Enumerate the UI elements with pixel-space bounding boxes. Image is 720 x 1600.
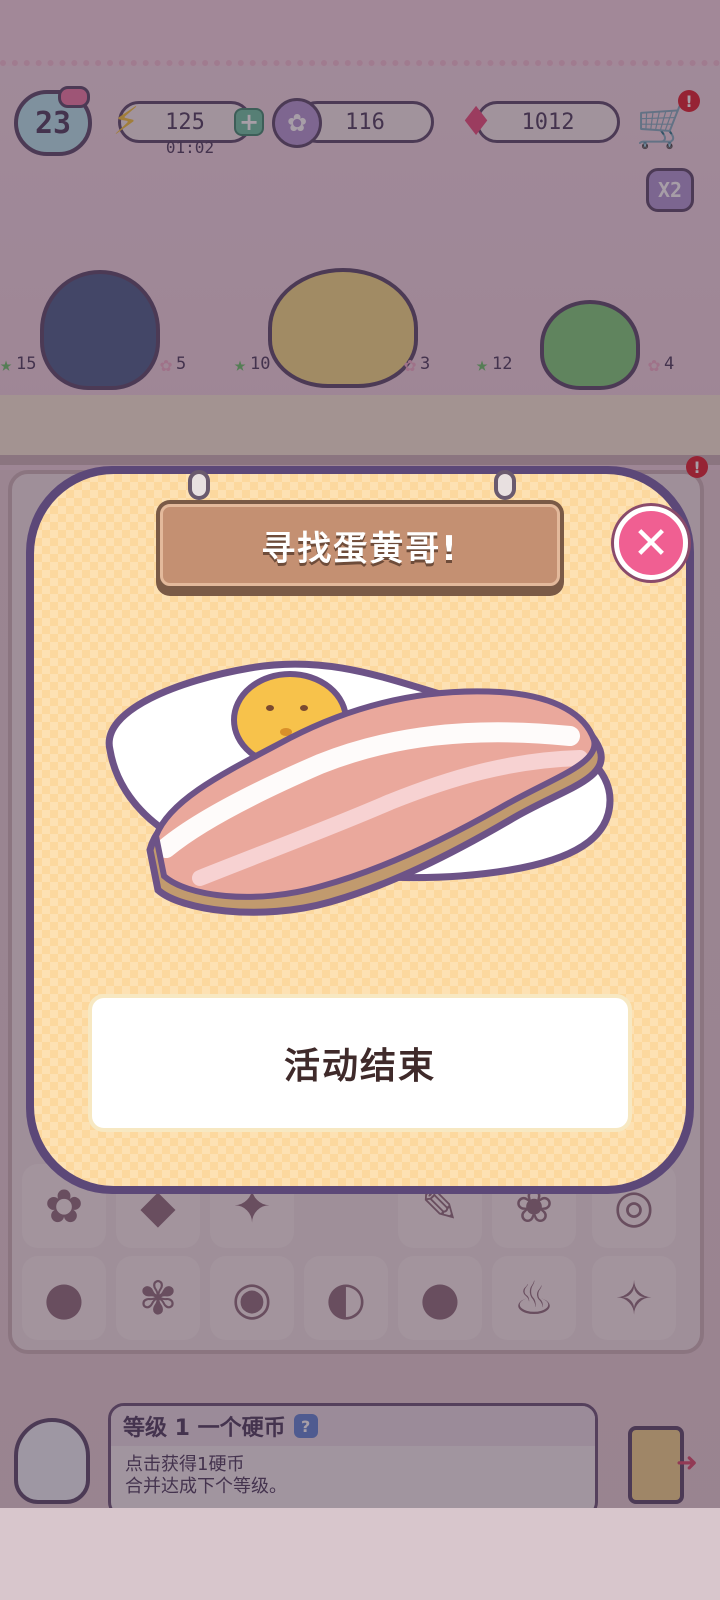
yolk-eye [300,705,308,711]
gudetama-bacon-illustration [105,660,614,916]
yolk-eye [266,705,274,711]
sign-hook-icon [188,470,210,500]
modal-title: 寻找蛋黄哥! [160,504,560,586]
title-sign: 寻找蛋黄哥! [156,500,564,596]
event-ended-label: 活动结束 [283,1046,436,1087]
close-button[interactable]: ✕ [614,506,688,580]
system-bar-area [0,1508,720,1600]
event-ended-button[interactable]: 活动结束 [88,994,632,1132]
close-icon: ✕ [632,517,670,569]
sign-hook-icon [494,470,516,500]
